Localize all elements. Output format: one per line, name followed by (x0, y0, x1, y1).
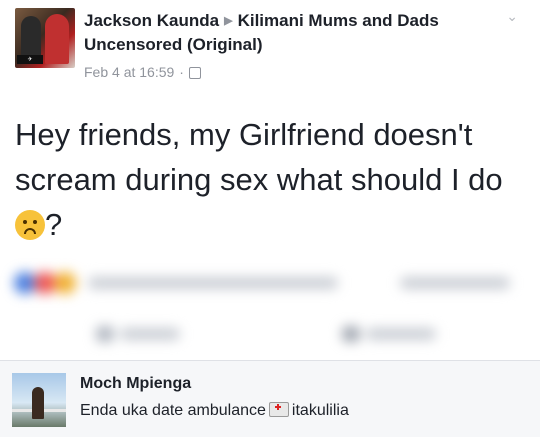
author-avatar[interactable]: ✈ (15, 8, 75, 68)
sad-face-emoji-icon (15, 210, 45, 240)
commenter-name[interactable]: Moch Mpienga (80, 375, 191, 393)
comment: Moch Mpienga Enda uka date ambulance itak… (0, 361, 540, 437)
commenter-avatar[interactable] (12, 373, 66, 427)
chevron-down-icon[interactable]: ⌄ (506, 8, 518, 25)
post-header: Jackson Kaunda ▶ Kilimani Mums and Dads Un… (84, 9, 504, 57)
audience-icon[interactable] (188, 67, 201, 79)
comment-text: Enda uka date ambulance itakulilia (80, 402, 349, 419)
post-meta: Feb 4 at 16:59 · (84, 64, 201, 80)
ambulance-emoji-icon (268, 402, 289, 417)
post-timestamp[interactable]: Feb 4 at 16:59 (84, 64, 174, 80)
post-card: ✈ Jackson Kaunda ▶ Kilimani Mums and Dads … (0, 0, 540, 360)
post-text: Hey friends, my Girlfriend doesn't screa… (15, 117, 503, 242)
actions-bar-blurred (0, 318, 540, 348)
reactions-bar-blurred (0, 268, 540, 298)
author-name[interactable]: Jackson Kaunda (84, 11, 219, 30)
triangle-right-icon: ▶ (224, 15, 233, 27)
